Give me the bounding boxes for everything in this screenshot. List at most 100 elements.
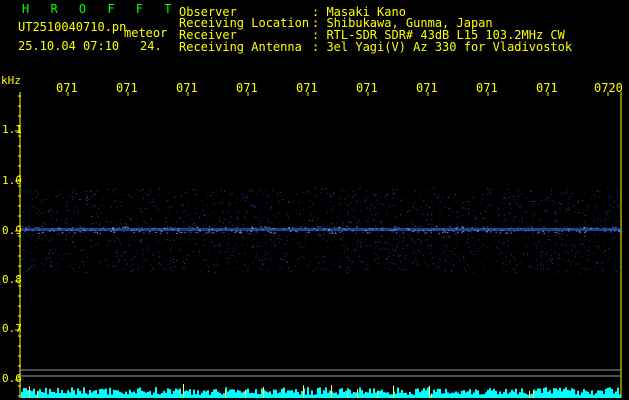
noise-dot <box>73 212 75 214</box>
noise-dot <box>253 206 255 208</box>
baseline-bar <box>123 394 125 398</box>
baseline-bar <box>501 393 503 398</box>
noise-dot <box>35 190 37 192</box>
noise-dot <box>164 239 166 241</box>
noise-dot <box>392 250 394 252</box>
noise-dot <box>289 189 291 191</box>
baseline-bar <box>315 394 317 398</box>
noise-dot <box>354 217 356 219</box>
signal-dot <box>487 229 490 231</box>
noise-dot <box>439 266 441 268</box>
baseline-bar <box>543 387 545 398</box>
signal-dot <box>53 230 55 232</box>
signal-dot <box>402 232 405 234</box>
noise-dot <box>269 257 271 259</box>
baseline-bar <box>607 387 609 398</box>
noise-dot <box>86 199 88 201</box>
signal-dot <box>133 230 136 232</box>
noise-dot <box>65 266 67 268</box>
noise-dot <box>381 203 382 204</box>
noise-dot <box>536 246 538 248</box>
baseline-peak <box>347 393 348 398</box>
noise-dot <box>25 266 27 268</box>
noise-dot <box>433 188 435 190</box>
signal-dot <box>618 230 620 232</box>
noise-dot <box>278 221 280 223</box>
noise-dot <box>166 259 168 261</box>
baseline-bar <box>141 390 143 398</box>
noise-dot <box>387 248 389 250</box>
noise-dot <box>298 246 300 248</box>
noise-dot <box>278 260 280 262</box>
baseline-bar <box>515 388 517 398</box>
noise-dot <box>92 223 94 224</box>
signal-dot <box>83 227 86 229</box>
noise-dot <box>79 235 81 237</box>
signal-dot <box>57 228 60 230</box>
signal-dot <box>537 232 539 234</box>
noise-dot <box>547 235 549 237</box>
baseline-bar <box>497 394 499 398</box>
noise-dot <box>116 207 118 209</box>
noise-dot <box>277 204 279 206</box>
signal-dot <box>614 226 617 228</box>
noise-dot <box>339 213 341 215</box>
baseline-bar <box>249 393 251 398</box>
baseline-bar <box>465 392 467 398</box>
noise-dot <box>502 202 504 204</box>
noise-dot <box>559 202 561 204</box>
noise-dot <box>168 193 170 195</box>
noise-dot <box>448 237 450 239</box>
baseline-bar <box>535 390 537 398</box>
baseline-peak <box>529 390 530 398</box>
signal-dot <box>143 232 145 234</box>
noise-dot <box>283 259 285 261</box>
baseline-bar <box>545 387 547 398</box>
signal-dot <box>198 229 200 231</box>
noise-dot <box>250 204 252 206</box>
signal-dot <box>328 230 330 231</box>
noise-dot <box>327 212 328 214</box>
noise-dot <box>182 205 184 207</box>
noise-dot <box>354 194 356 196</box>
noise-dot <box>485 211 487 213</box>
signal-dot <box>614 231 616 232</box>
signal-dot <box>266 226 268 228</box>
noise-dot <box>345 269 347 271</box>
baseline-bar <box>485 392 487 398</box>
noise-dot <box>79 226 81 228</box>
noise-dot <box>364 238 366 240</box>
noise-dot <box>615 271 617 272</box>
noise-dot <box>393 205 395 207</box>
noise-dot <box>435 255 437 257</box>
noise-dot <box>521 217 523 219</box>
noise-dot <box>50 208 52 210</box>
noise-dot <box>242 226 244 228</box>
noise-dot <box>584 246 585 248</box>
signal-dot <box>369 230 372 232</box>
noise-dot <box>241 243 243 245</box>
baseline-bar <box>585 390 587 398</box>
signal-dot <box>520 228 522 230</box>
signal-dot <box>486 231 488 233</box>
baseline-bar <box>215 389 217 398</box>
baseline-bar <box>591 390 593 398</box>
noise-dot <box>202 199 204 201</box>
noise-dot <box>583 196 585 198</box>
signal-dot <box>196 226 199 228</box>
noise-dot <box>474 240 475 242</box>
noise-dot <box>194 243 196 245</box>
noise-dot <box>617 205 619 207</box>
noise-dot <box>456 233 458 235</box>
noise-dot <box>389 269 390 271</box>
noise-dot <box>402 268 404 270</box>
noise-dot <box>584 224 586 226</box>
noise-dot <box>571 217 573 219</box>
noise-dot <box>246 197 248 199</box>
noise-dot <box>542 251 543 253</box>
noise-dot <box>312 219 314 221</box>
noise-dot <box>274 245 276 246</box>
noise-dot <box>405 254 407 256</box>
baseline-bar <box>345 390 347 398</box>
noise-dot <box>331 209 333 211</box>
